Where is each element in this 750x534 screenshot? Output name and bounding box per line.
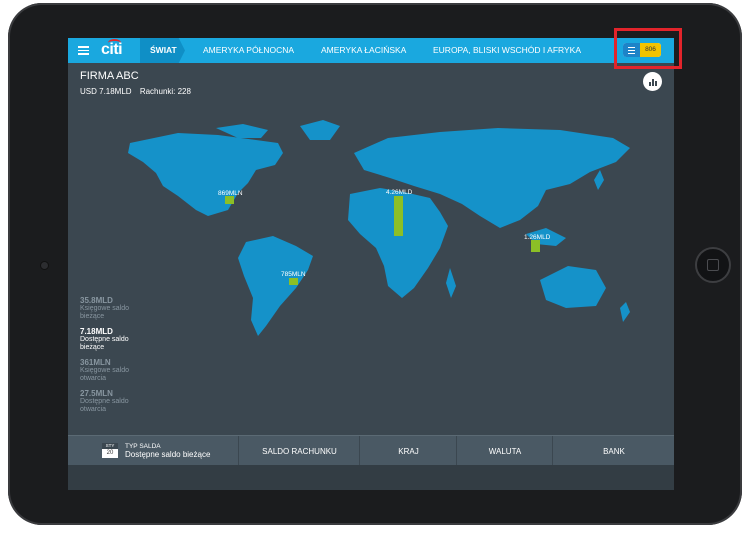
tab-north-america[interactable]: AMERYKA PÓŁNOCNA: [203, 45, 294, 55]
balance-stats: 35.8MLD Księgowe saldo bieżące 7.18MLD Do…: [80, 296, 129, 420]
column-country[interactable]: KRAJ: [359, 436, 457, 466]
north-america: [128, 133, 283, 216]
stat-ledger-opening[interactable]: 361MLN Księgowe saldo otwarcia: [80, 358, 129, 383]
bottom-bar: STY 20 TYP SALDA Dostępne saldo bieżące …: [68, 435, 674, 466]
calendar-icon[interactable]: STY 20: [102, 443, 118, 458]
stat-value: 35.8MLD: [80, 296, 113, 305]
stat-label: Księgowe saldo otwarcia: [80, 367, 130, 382]
balance-type-selector[interactable]: TYP SALDA Dostępne saldo bieżące: [125, 443, 210, 459]
balance-type-value: Dostępne saldo bieżące: [125, 450, 211, 459]
top-nav: citi ŚWIAT AMERYKA PÓŁNOCNA AMERYKA ŁACI…: [68, 38, 674, 63]
camera-dot: [40, 261, 49, 270]
tab-world[interactable]: ŚWIAT: [150, 45, 177, 55]
world-map: 869MLN 4.26MLD 1.26MLD 785MLN: [128, 120, 630, 336]
company-total: USD 7.18MLD: [80, 87, 132, 96]
company-accounts: Rachunki: 228: [139, 87, 191, 96]
marker-label-emea: 4.26MLD: [386, 189, 413, 196]
marker-north-america[interactable]: [225, 196, 234, 204]
column-bank[interactable]: BANK: [552, 436, 674, 466]
stat-available-current[interactable]: 7.18MLD Dostępne saldo bieżące: [80, 327, 129, 352]
marker-label-asia: 1.26MLD: [524, 234, 551, 241]
greenland: [300, 120, 340, 140]
highlight-box: [614, 28, 682, 69]
footer-bar: [68, 465, 674, 490]
new-zealand: [620, 302, 630, 322]
stat-value: 7.18MLD: [80, 327, 113, 336]
app-screen: citi ŚWIAT AMERYKA PÓŁNOCNA AMERYKA ŁACI…: [68, 38, 674, 490]
marker-asia[interactable]: [531, 240, 540, 252]
land: [128, 120, 630, 336]
company-name: FIRMA ABC: [80, 70, 139, 82]
citi-logo: citi: [101, 39, 123, 59]
marker-label-latin-america: 785MLN: [281, 271, 306, 278]
stat-label: Księgowe saldo bieżące: [80, 305, 130, 320]
stat-label: Dostępne saldo otwarcia: [80, 398, 129, 413]
tab-latin-america[interactable]: AMERYKA ŁACIŃSKA: [321, 45, 406, 55]
south-america: [238, 236, 313, 336]
column-currency[interactable]: WALUTA: [456, 436, 553, 466]
company-summary: USD 7.18MLD Rachunki: 228: [80, 87, 197, 96]
marker-emea[interactable]: [394, 196, 403, 236]
marker-latin-america[interactable]: [289, 278, 298, 285]
stat-label: Dostępne saldo bieżące: [80, 336, 129, 351]
stat-available-opening[interactable]: 27.5MLN Dostępne saldo otwarcia: [80, 389, 129, 414]
logo-arc: [108, 39, 121, 47]
stat-value: 27.5MLN: [80, 389, 113, 398]
home-button[interactable]: [695, 247, 731, 283]
calendar-day: 20: [106, 450, 114, 456]
stat-value: 361MLN: [80, 358, 111, 367]
stat-ledger-current[interactable]: 35.8MLD Księgowe saldo bieżące: [80, 296, 129, 321]
japan: [594, 170, 604, 190]
column-account-balance[interactable]: SALDO RACHUNKU: [238, 436, 360, 466]
madagascar: [446, 268, 456, 298]
marker-label-north-america: 869MLN: [218, 190, 243, 197]
menu-icon[interactable]: [78, 44, 89, 57]
chart-icon[interactable]: [643, 72, 662, 91]
australia: [540, 266, 606, 308]
tab-emea[interactable]: EUROPA, BLISKI WSCHÓD I AFRYKA: [433, 45, 581, 55]
